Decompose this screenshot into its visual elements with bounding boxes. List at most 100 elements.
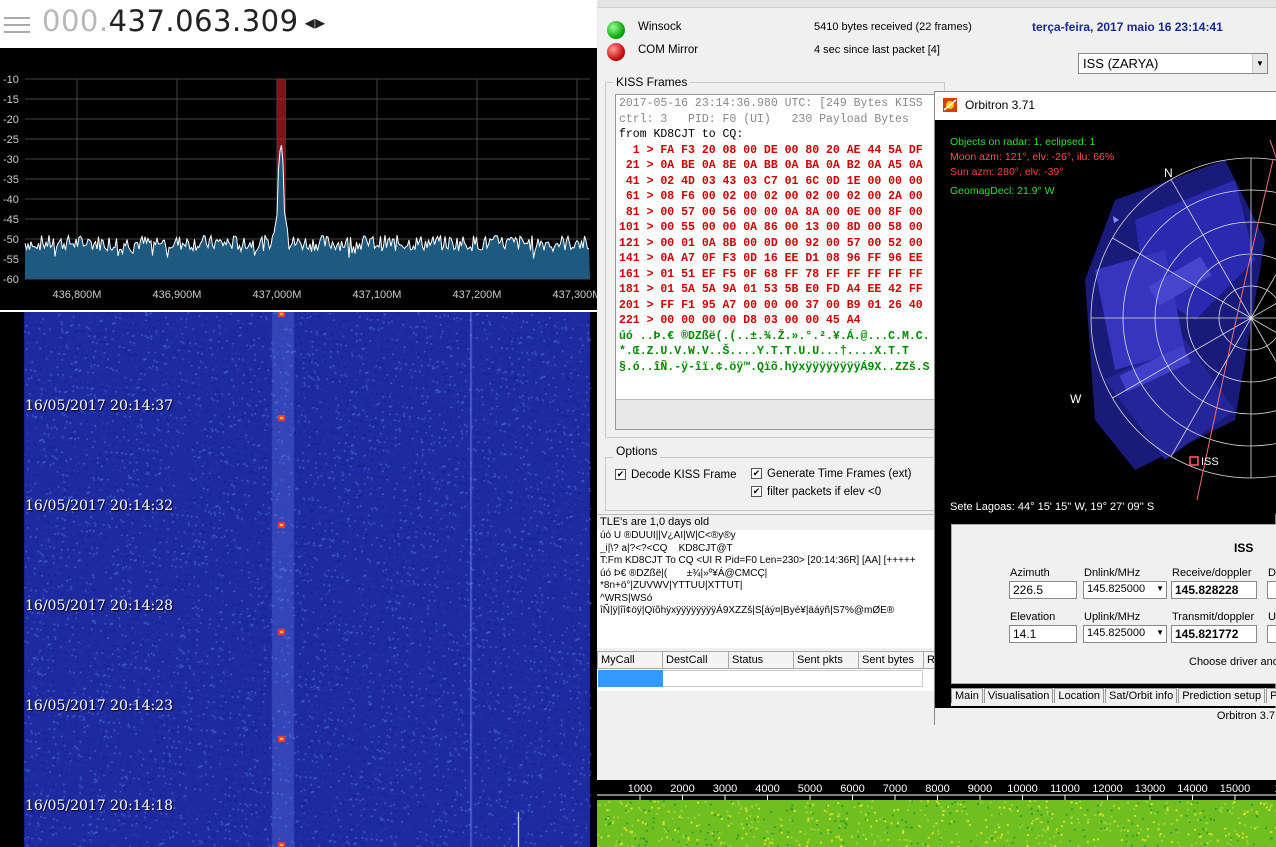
checkbox-checked-icon[interactable]: ✔ [615, 469, 626, 481]
audio-noise-dot [1159, 833, 1162, 835]
dnlink-label: Dnlink/MHz [1084, 567, 1141, 579]
datetime: terça-feira, 2017 maio 16 23:14:41 [1032, 20, 1223, 34]
table-row[interactable] [663, 670, 923, 687]
audio-noise-dot [719, 843, 722, 846]
decode-kiss-option[interactable]: ✔ Decode KISS Frame [615, 469, 736, 481]
audio-noise-dot [827, 832, 830, 835]
audio-noise-dot [1146, 835, 1149, 838]
uplink-select[interactable]: 145.825000 ▼ [1083, 625, 1167, 643]
audio-noise-dot [1165, 812, 1168, 815]
tab-main[interactable]: Main [951, 688, 983, 703]
column-header[interactable]: Status [728, 651, 794, 669]
checkbox-checked-icon[interactable]: ✔ [751, 486, 762, 498]
hex-row: 61 > 08 F6 00 02 00 02 00 02 00 02 00 2A… [619, 190, 923, 203]
d-label: D [1268, 567, 1276, 579]
chevron-down-icon[interactable]: ▼ [1252, 54, 1267, 73]
audio-noise-dot [1038, 807, 1041, 810]
connections-table[interactable]: MyCall DestCall Status Sent pkts Sent by… [597, 651, 937, 691]
tab-sat-orbit-info[interactable]: Sat/Orbit info [1105, 688, 1178, 703]
audio-noise-dot [997, 823, 999, 826]
d-field[interactable] [1267, 581, 1276, 599]
frequency-display[interactable]: 000.437.063.309 ◂▸ [42, 4, 326, 38]
audio-noise-dot [1194, 813, 1197, 816]
satellite-select[interactable]: ISS (ZARYA) ▼ [1078, 53, 1268, 74]
audio-noise-dot [684, 834, 687, 837]
chevron-down-icon[interactable]: ▼ [1156, 628, 1164, 637]
audio-noise-dot [953, 820, 956, 823]
audio-noise-dot [1104, 822, 1107, 825]
chevron-down-icon[interactable]: ▼ [1156, 584, 1164, 593]
column-header[interactable]: Sent pkts [793, 651, 859, 669]
audio-noise-dot [857, 830, 859, 833]
audio-noise-dot [882, 818, 885, 820]
audio-noise-dot [1110, 809, 1113, 812]
audio-noise-dot [727, 814, 730, 817]
tune-arrows-icon[interactable]: ◂▸ [305, 10, 326, 34]
tab-visualisation[interactable]: Visualisation [983, 688, 1054, 703]
packet-log[interactable]: úó U ®DUUI||V¿AI|W|C<®y®y _i|\? a|?<?<CQ … [597, 530, 935, 648]
audio-noise-dot [738, 812, 741, 814]
tab-pr[interactable]: Pr [1266, 688, 1276, 703]
kiss-frames-title: KISS Frames [613, 75, 691, 89]
audio-noise-dot [942, 813, 945, 816]
audio-noise-dot [1158, 834, 1161, 837]
audio-noise-dot [1120, 839, 1123, 842]
radar-view[interactable]: ISS N W [935, 120, 1276, 514]
tx-doppler-value[interactable]: 145.821772 [1171, 625, 1257, 643]
tab-location[interactable]: Location [1054, 688, 1104, 703]
orbitron-title-bar[interactable]: Orbitron 3.71 [935, 92, 1276, 120]
filter-elev-option[interactable]: ✔ filter packets if elev <0 [751, 486, 881, 498]
menu-icon[interactable] [4, 12, 30, 38]
column-header[interactable]: Sent bytes [858, 651, 924, 669]
orbitron-window: Orbitron 3.71 ISS N W Objects on radar: … [934, 91, 1276, 726]
audio-noise-dot [1203, 816, 1206, 819]
audio-noise-dot [1020, 824, 1023, 827]
rx-doppler-value[interactable]: 145.828228 [1171, 581, 1257, 599]
audio-noise-dot [842, 842, 845, 845]
choose-driver-label[interactable]: Choose driver and [1189, 656, 1276, 668]
elevation-value[interactable]: 14.1 [1009, 625, 1077, 643]
audio-noise-dot [1026, 826, 1029, 829]
audio-noise-dot [910, 827, 913, 829]
table-row-selected[interactable] [598, 670, 663, 687]
audio-noise-dot [871, 806, 873, 809]
audio-noise-dot [988, 837, 991, 840]
audio-noise-dot [1045, 806, 1048, 809]
waterfall[interactable]: 16/05/2017 20:14:37 16/05/2017 20:14:32 … [0, 312, 597, 847]
kiss-frames-text[interactable]: 2017-05-16 23:14:36.980 UTC: [249 Bytes … [615, 94, 945, 430]
checkbox-checked-icon[interactable]: ✔ [751, 468, 762, 480]
audio-noise-dot [1125, 840, 1128, 843]
tle-age: TLE's are 1,0 days old [597, 514, 935, 530]
time-frames-option[interactable]: ✔ Generate Time Frames (ext) [751, 468, 911, 480]
audio-noise-dot [1229, 838, 1232, 841]
azimuth-value[interactable]: 226.5 [1009, 581, 1077, 599]
audio-noise-dot [768, 841, 771, 844]
audio-noise-dot [898, 838, 901, 841]
audio-noise-dot [711, 811, 714, 814]
audio-noise-dot [690, 821, 693, 824]
audio-noise-dot [816, 819, 819, 822]
audio-noise-dot [1263, 803, 1266, 806]
spectrum-plot[interactable]: -10 -15 -20 -25 -30 -35 -40 -45 -50 -55 -60 436,80… [0, 48, 597, 310]
audio-tick-label: 6000 [840, 783, 864, 795]
audio-noise-dot [711, 832, 714, 835]
u-field[interactable] [1267, 625, 1276, 643]
audio-noise-dot [737, 803, 740, 806]
audio-spectrum[interactable]: 1000 2000 3000 4000 5000 6000 7000 8000 9000 1000… [597, 780, 1276, 847]
audio-noise-dot [1035, 837, 1038, 840]
audio-noise-dot [658, 840, 661, 842]
audio-noise-dot [1040, 821, 1043, 824]
kiss-scrollbar[interactable] [616, 399, 944, 429]
column-header[interactable]: DestCall [662, 651, 729, 669]
audio-noise-dot [651, 827, 654, 830]
tab-prediction-setup[interactable]: Prediction setup [1178, 688, 1266, 703]
audio-noise-dot [696, 842, 699, 845]
audio-noise-dot [727, 824, 730, 827]
dnlink-select[interactable]: 145.825000 ▼ [1083, 581, 1167, 599]
audio-noise-dot [612, 816, 615, 819]
column-header[interactable]: MyCall [597, 651, 663, 669]
audio-noise-dot [677, 827, 680, 830]
audio-noise-dot [789, 819, 792, 822]
audio-noise-dot [1069, 840, 1072, 842]
audio-noise-dot [600, 836, 603, 839]
